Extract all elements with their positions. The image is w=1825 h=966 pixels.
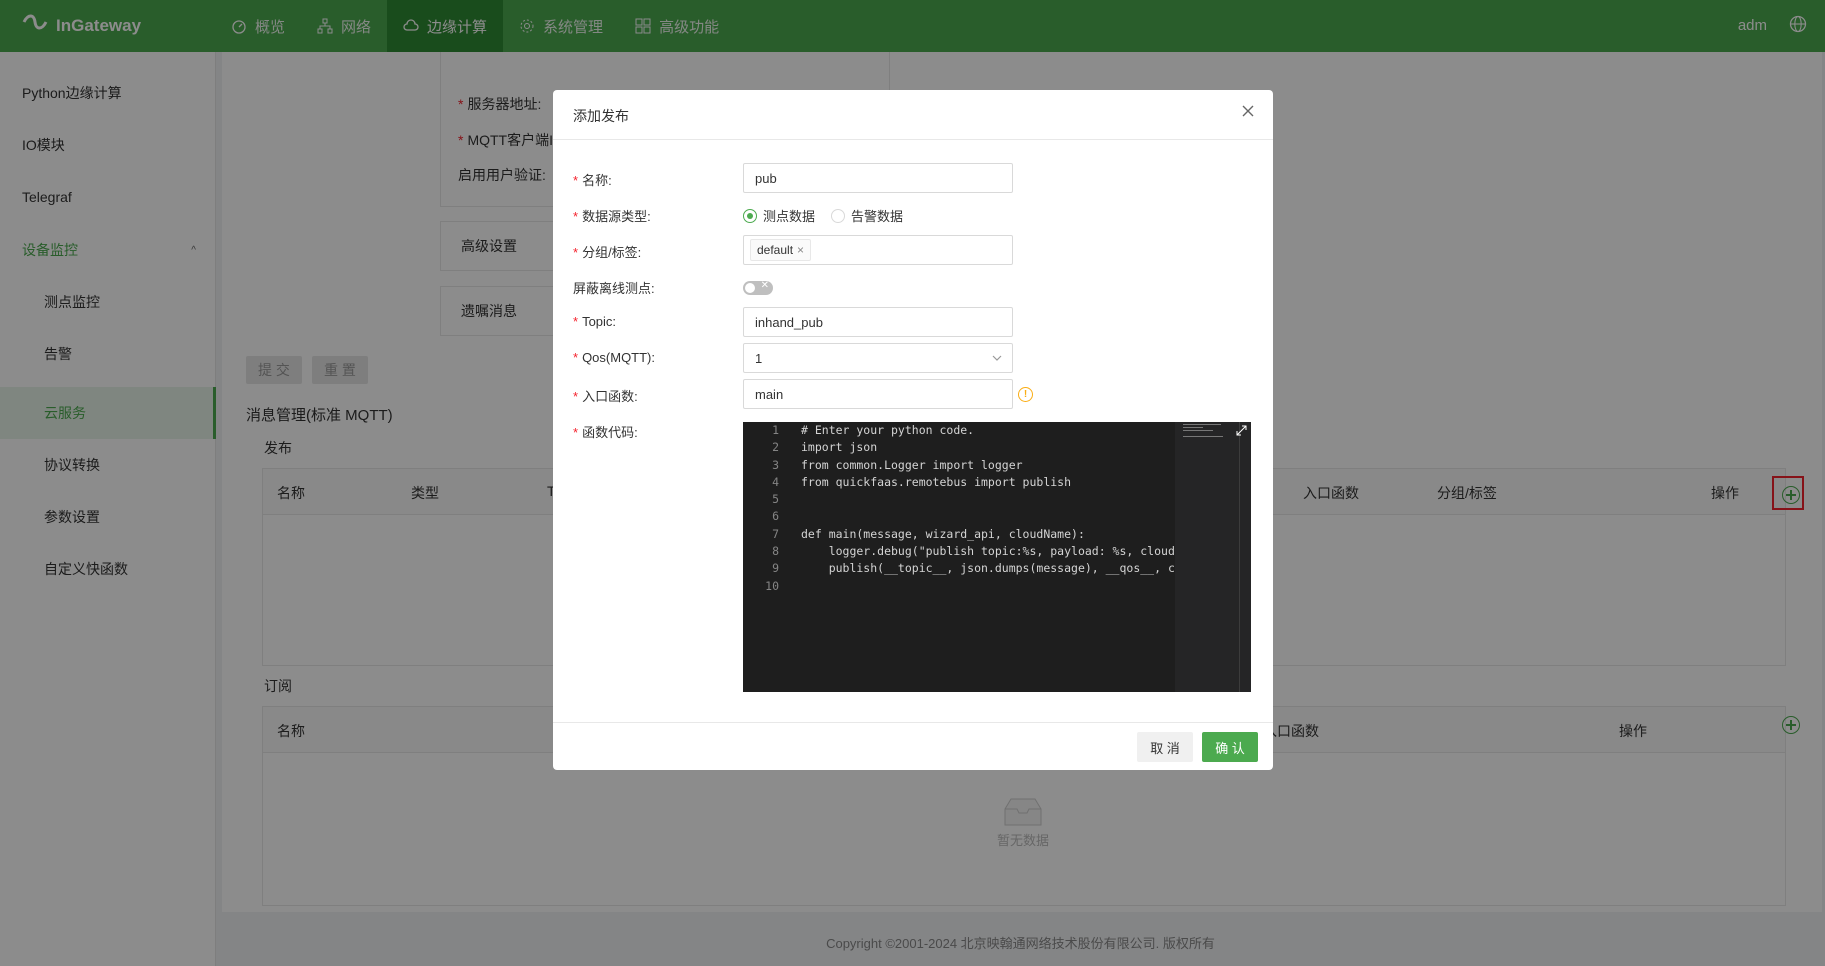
expand-icon[interactable] [1236,425,1247,436]
radio-checked-icon [743,208,757,223]
line-number: 6 [772,509,779,524]
radio-point-data[interactable]: 测点数据 [743,206,815,225]
line-number: 4 [772,474,779,489]
add-publish-dialog: 添加发布 * 名称: pub * 数据源类型: 测点数据 告警数据 * 分组/标签: … [553,90,1273,770]
switch-off-icon: ✕ [760,280,769,291]
dialog-title: 添加发布 [573,108,629,124]
line-number: 5 [772,492,779,507]
cancel-button[interactable]: 取 消 [1137,732,1193,762]
code-line: # Enter your python code. [801,423,975,437]
code-label: * 函数代码: [573,425,638,440]
dialog-header: 添加发布 [553,90,1273,140]
code-line: logger.debug("publish topic:%s, payload:… [801,544,1175,559]
radio-alarm-data[interactable]: 告警数据 [831,206,903,225]
close-icon[interactable] [1241,104,1255,118]
code-editor[interactable]: 1 2 3 4 5 6 7 8 9 10 # Enter your python… [743,422,1251,692]
mask-offline-switch[interactable]: ✕ [743,280,773,295]
code-line: publish(__topic__, json.dumps(message), … [801,561,1175,576]
entry-input[interactable]: main [743,379,1013,409]
qos-select[interactable]: 1 [743,343,1013,373]
line-number: 10 [765,578,779,593]
entry-label: * 入口函数: [573,389,638,404]
name-label: * 名称: [573,173,612,188]
group-select[interactable]: default × [743,235,1013,265]
topic-label: * Topic: [573,314,617,329]
code-content[interactable]: # Enter your python code. import json fr… [801,422,1181,692]
qos-value: 1 [755,350,763,366]
code-line: from quickfaas.remotebus import publish [801,474,1072,489]
code-line: from common.Logger import logger [801,457,1023,472]
switch-knob [745,283,755,293]
radio-unchecked-icon [831,208,846,223]
line-number: 9 [772,561,779,576]
group-tag-label: default [757,243,794,257]
line-number: 2 [772,440,779,455]
line-number: 3 [772,457,779,472]
warning-icon[interactable]: ! [1018,387,1033,402]
code-line: def main(message, wizard_api, cloudName)… [801,526,1085,541]
chevron-down-icon [992,355,1002,361]
line-number: 8 [772,544,779,559]
group-label: * 分组/标签: [573,245,642,260]
mask-offline-label: 屏蔽离线测点: [573,281,655,296]
radio-label: 告警数据 [851,209,904,224]
line-number: 7 [772,526,779,541]
code-line: import json [801,440,878,455]
code-minimap[interactable] [1175,422,1251,692]
topic-input[interactable]: inhand_pub [743,307,1013,337]
source-type-label: * 数据源类型: [573,209,651,224]
confirm-button[interactable]: 确 认 [1202,732,1258,762]
radio-label: 测点数据 [763,209,816,224]
dialog-footer: 取 消 确 认 [553,722,1273,770]
line-number: 1 [772,423,779,437]
qos-label: * Qos(MQTT): [573,350,655,365]
line-number-gutter: 1 2 3 4 5 6 7 8 9 10 [743,422,783,692]
group-tag: default × [750,239,812,261]
name-input[interactable]: pub [743,163,1013,193]
tag-close-icon[interactable]: × [797,243,804,257]
source-type-radio-group: 测点数据 告警数据 [743,206,903,225]
minimap-scrollbar[interactable] [1239,422,1240,692]
